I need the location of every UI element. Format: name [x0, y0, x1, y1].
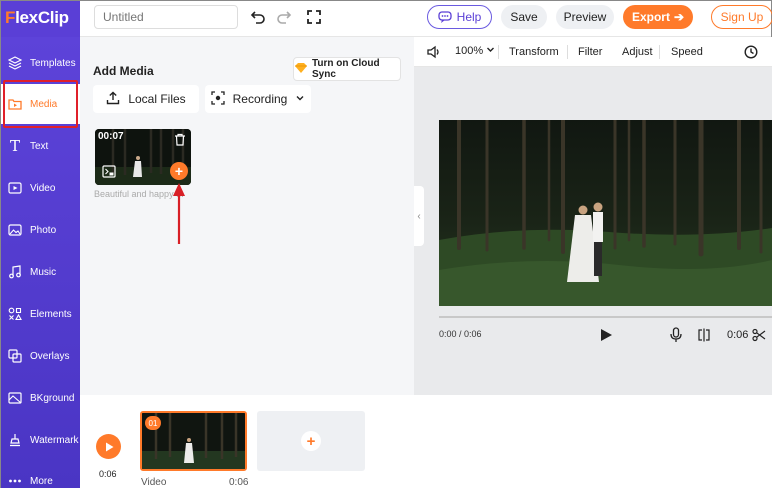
chevron-left-icon: ‹ — [417, 210, 421, 222]
music-icon — [8, 265, 22, 279]
diamond-icon — [294, 62, 308, 77]
red-arrow-annotation — [173, 183, 185, 244]
watermark-icon — [8, 433, 22, 447]
speed-button[interactable]: Speed — [671, 46, 703, 58]
picture-in-picture-icon[interactable] — [102, 165, 116, 181]
trash-icon[interactable] — [174, 133, 186, 149]
recording-dropdown[interactable]: Recording — [205, 85, 311, 113]
redo-icon[interactable] — [275, 8, 293, 26]
filter-button[interactable]: Filter — [578, 46, 602, 58]
upload-icon — [106, 91, 120, 108]
current-time: 0:00 / 0:06 — [439, 329, 482, 339]
more-icon — [8, 474, 22, 488]
undo-icon[interactable] — [249, 8, 267, 26]
photo-icon — [8, 223, 22, 237]
fullscreen-icon[interactable] — [305, 8, 323, 26]
sidebar-item-video[interactable]: Video — [1, 168, 80, 208]
clip-label: Video — [141, 477, 167, 488]
media-duration: 00:07 — [98, 131, 124, 142]
signup-button[interactable]: Sign Up — [711, 5, 772, 29]
sidebar-item-templates[interactable]: Templates — [1, 43, 80, 83]
clip-duration: 0:06 — [229, 477, 249, 488]
video-duration: 0:06 — [727, 329, 749, 341]
clock-icon[interactable] — [744, 45, 758, 62]
sidebar-item-photo[interactable]: Photo — [1, 210, 80, 250]
toolbar-divider — [498, 45, 499, 59]
help-button[interactable]: Help — [427, 5, 492, 29]
chevron-down-icon — [486, 45, 495, 57]
video-icon — [8, 181, 22, 195]
sidebar-item-watermark[interactable]: Watermark — [1, 420, 80, 460]
background-icon — [8, 391, 22, 405]
transform-button[interactable]: Transform — [509, 46, 559, 58]
media-caption: Beautiful and happy ... — [94, 189, 184, 199]
sidebar-item-music[interactable]: Music — [1, 252, 80, 292]
scissors-icon[interactable] — [751, 327, 767, 343]
zoom-value: 100% — [455, 45, 484, 57]
split-view-icon[interactable] — [696, 327, 712, 343]
sidebar-item-background[interactable]: BKground — [1, 378, 80, 418]
adjust-button[interactable]: Adjust — [622, 46, 653, 58]
export-label: Export — [631, 10, 670, 24]
project-title-input[interactable] — [94, 5, 238, 29]
forest-wedding-image — [439, 120, 772, 306]
cloud-sync-label: Turn on Cloud Sync — [312, 58, 380, 80]
microphone-icon[interactable] — [668, 327, 684, 343]
text-icon: T — [9, 137, 20, 155]
elements-icon — [8, 307, 22, 321]
timeline-clip[interactable]: 01 — [140, 411, 247, 471]
plus-icon: + — [301, 431, 321, 451]
local-files-label: Local Files — [128, 92, 186, 106]
top-bar: FlexClip Help Save Preview Export ➔ Sign… — [1, 1, 772, 37]
arrow-right-icon: ➔ — [673, 10, 685, 24]
toolbar-divider — [659, 45, 660, 59]
cloud-sync-button[interactable]: Turn on Cloud Sync — [293, 57, 401, 81]
play-icon[interactable] — [598, 327, 614, 343]
video-preview[interactable] — [439, 120, 772, 306]
toolbar-divider — [567, 45, 568, 59]
recording-label: Recording — [232, 92, 288, 106]
local-files-button[interactable]: Local Files — [93, 85, 199, 113]
media-highlight-box — [3, 80, 78, 128]
sidebar-item-overlays[interactable]: Overlays — [1, 336, 80, 376]
panel-title: Add Media — [93, 64, 154, 78]
preview-toolbar: 100% Transform Filter Adjust Speed — [414, 37, 772, 67]
save-button[interactable]: Save — [501, 5, 547, 29]
add-clip-slot[interactable]: + — [257, 411, 365, 471]
playback-progress-bar[interactable] — [439, 316, 772, 318]
chevron-down-icon — [295, 92, 305, 106]
preview-button[interactable]: Preview — [556, 5, 614, 29]
flexclip-logo[interactable]: FlexClip — [1, 1, 80, 37]
help-label: Help — [456, 10, 482, 24]
collapse-panel-button[interactable]: ‹ — [414, 186, 424, 246]
play-icon — [105, 442, 113, 451]
add-to-timeline-button[interactable]: + — [170, 162, 188, 180]
export-button[interactable]: Export ➔ — [623, 5, 693, 29]
clip-number-badge: 01 — [145, 416, 161, 430]
timeline-play-button[interactable] — [96, 434, 121, 459]
sidebar-item-more[interactable]: More — [1, 461, 80, 488]
sidebar-item-elements[interactable]: Elements — [1, 294, 80, 334]
sidebar-item-text[interactable]: T Text — [1, 126, 80, 166]
chat-icon — [438, 11, 452, 23]
timeline-total-time: 0:06 — [99, 469, 117, 479]
record-screen-icon — [210, 90, 225, 108]
zoom-dropdown[interactable]: 100% — [455, 45, 495, 57]
volume-icon[interactable] — [427, 45, 441, 62]
layers-icon — [8, 56, 22, 70]
overlays-icon — [8, 349, 22, 363]
